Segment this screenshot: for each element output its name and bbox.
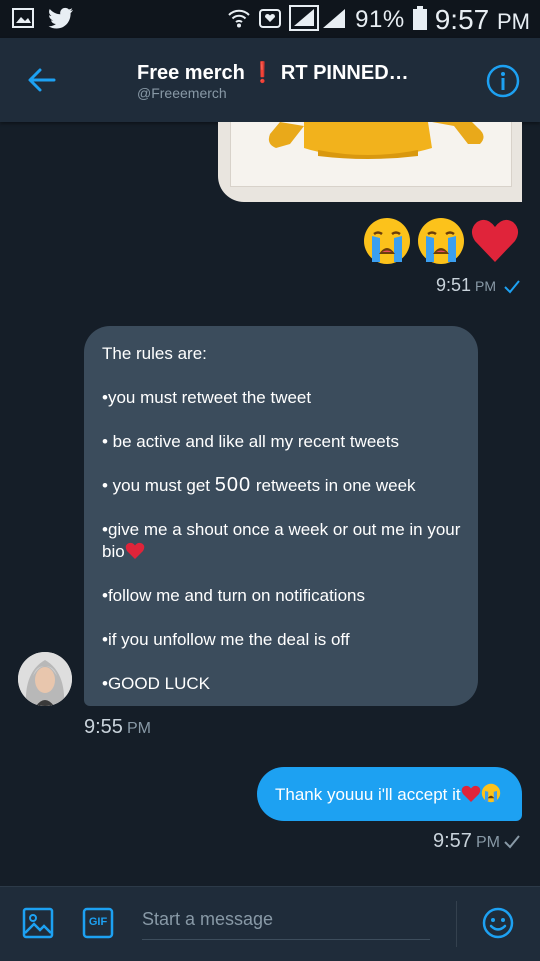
crying-face-emoji — [418, 218, 464, 264]
message-timestamp: 9:55 PM — [84, 716, 151, 738]
check-icon — [504, 280, 520, 294]
info-icon — [486, 64, 520, 98]
sent-message[interactable]: Thank youuu i'll accept it — [257, 767, 522, 821]
voicemail-icon — [259, 7, 282, 34]
clock: 9:57 PM — [434, 4, 530, 35]
wifi-icon — [227, 7, 251, 34]
back-arrow-icon — [28, 68, 56, 92]
red-heart-emoji — [125, 542, 144, 559]
exclamation-emoji: ❗ — [250, 62, 276, 84]
sent-image-message[interactable] — [218, 122, 522, 202]
message-text: •follow me and turn on notifications — [102, 586, 365, 605]
back-button[interactable] — [24, 64, 60, 96]
twitter-bird-icon — [48, 7, 74, 34]
message-text: •if you unfollow me the deal is off — [102, 630, 350, 649]
image-icon — [22, 907, 54, 939]
conversation-handle: @Freeemerch — [137, 85, 227, 101]
message-text: •give me a shout once a week or out me i… — [102, 520, 461, 561]
red-heart-emoji — [461, 785, 480, 802]
signal-icon — [289, 4, 347, 36]
gif-label: GIF — [88, 916, 108, 928]
avatar[interactable] — [18, 652, 72, 706]
conversation-header: Free merch ❗ RT PINNED… @Freeemerch — [0, 38, 540, 122]
emoji-button[interactable] — [482, 907, 514, 944]
message-timestamp: 9:51 PM — [436, 275, 497, 295]
battery-icon — [412, 5, 427, 35]
message-text: •GOOD LUCK — [102, 674, 210, 693]
yellow-hoodie-image — [268, 122, 484, 159]
message-input[interactable]: Start a message — [142, 909, 273, 930]
info-button[interactable] — [486, 64, 520, 98]
message-text: • you must get 500 retweets in one week — [102, 474, 416, 496]
add-photo-button[interactable] — [22, 907, 54, 944]
conversation-title[interactable]: Free merch ❗ RT PINNED… — [137, 60, 409, 85]
message-timestamp: 9:57 PM — [433, 830, 500, 852]
message-text: • be active and like all my recent tweet… — [102, 432, 399, 451]
input-underline — [142, 939, 430, 940]
message-text: The rules are: — [102, 344, 207, 363]
message-composer: GIF Start a message — [0, 886, 540, 961]
crying-face-emoji — [364, 218, 410, 264]
battery-percent: 91% — [355, 6, 405, 33]
sent-emoji-message[interactable] — [362, 216, 520, 266]
check-icon — [504, 835, 520, 849]
add-gif-button[interactable]: GIF — [82, 907, 114, 944]
message-text: Thank youuu i'll accept it — [275, 783, 501, 805]
picture-icon — [12, 8, 34, 33]
smiley-icon — [482, 907, 514, 939]
red-heart-emoji — [471, 219, 519, 262]
message-text: •you must retweet the tweet — [102, 388, 312, 407]
divider — [456, 901, 457, 947]
status-bar: 91% 9:57 PM — [0, 0, 540, 38]
received-message[interactable]: The rules are: •you must retweet the twe… — [84, 326, 478, 706]
crying-face-emoji — [481, 783, 500, 803]
